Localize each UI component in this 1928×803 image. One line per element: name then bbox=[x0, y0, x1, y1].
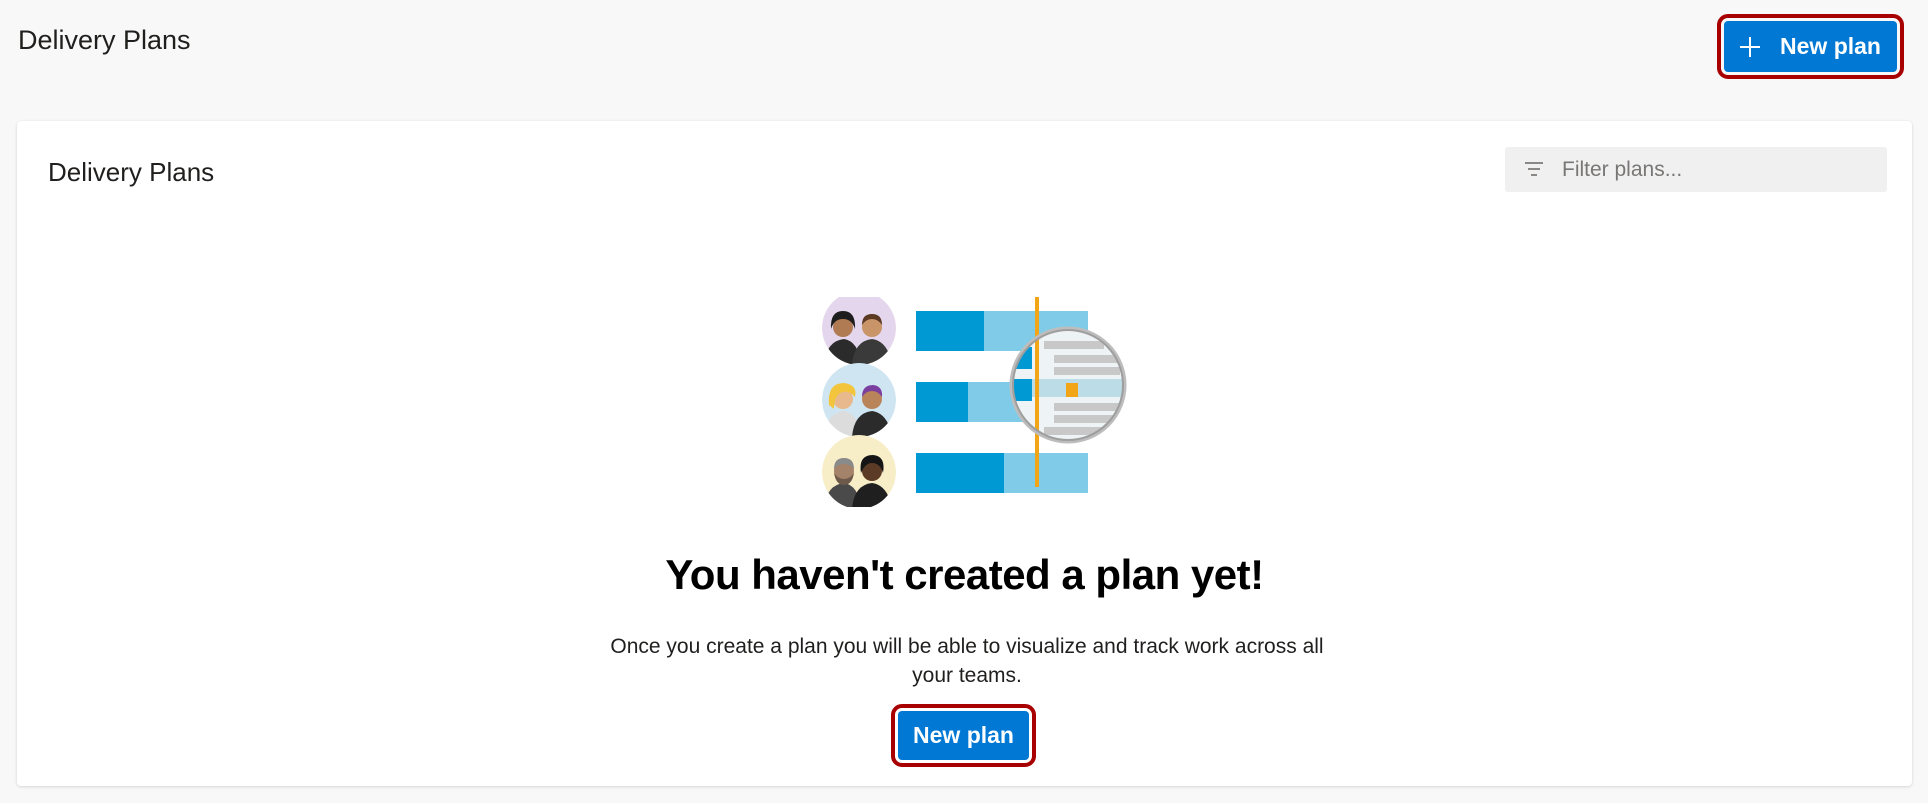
page-title: Delivery Plans bbox=[18, 25, 191, 55]
team-avatar-3 bbox=[822, 435, 896, 507]
delivery-plans-card: Delivery Plans Filter plans... You haven… bbox=[17, 121, 1912, 786]
delivery-plans-illustration-icon bbox=[822, 297, 1127, 507]
filter-plans-box[interactable] bbox=[1505, 147, 1887, 192]
timeline-bar-3-remaining bbox=[1004, 453, 1088, 493]
team-avatar-2 bbox=[822, 363, 896, 437]
team-avatar-1 bbox=[822, 297, 896, 365]
filter-icon bbox=[1523, 161, 1545, 178]
timeline-bar-3-done bbox=[916, 453, 1004, 493]
page-header: Delivery Plans New plan bbox=[0, 0, 1928, 100]
empty-state-description: Once you create a plan you will be able … bbox=[610, 635, 1324, 687]
new-plan-button-highlight: New plan bbox=[1717, 14, 1904, 79]
magnifier-icon bbox=[1009, 326, 1127, 444]
plus-icon bbox=[1740, 36, 1761, 57]
timeline-bar-2-done bbox=[916, 382, 968, 422]
new-plan-button-highlight: New plan bbox=[891, 704, 1036, 767]
filter-plans-input[interactable] bbox=[1562, 157, 1882, 182]
header-new-plan-label: New plan bbox=[1780, 33, 1881, 59]
empty-state-new-plan-button[interactable]: New plan bbox=[898, 711, 1029, 760]
empty-state-title: You haven't created a plan yet! bbox=[665, 551, 1264, 598]
timeline-bar-1-done bbox=[916, 311, 984, 351]
empty-state-new-plan-label: New plan bbox=[913, 722, 1014, 748]
header-new-plan-button[interactable]: New plan bbox=[1724, 21, 1897, 72]
card-title: Delivery Plans bbox=[48, 157, 215, 187]
